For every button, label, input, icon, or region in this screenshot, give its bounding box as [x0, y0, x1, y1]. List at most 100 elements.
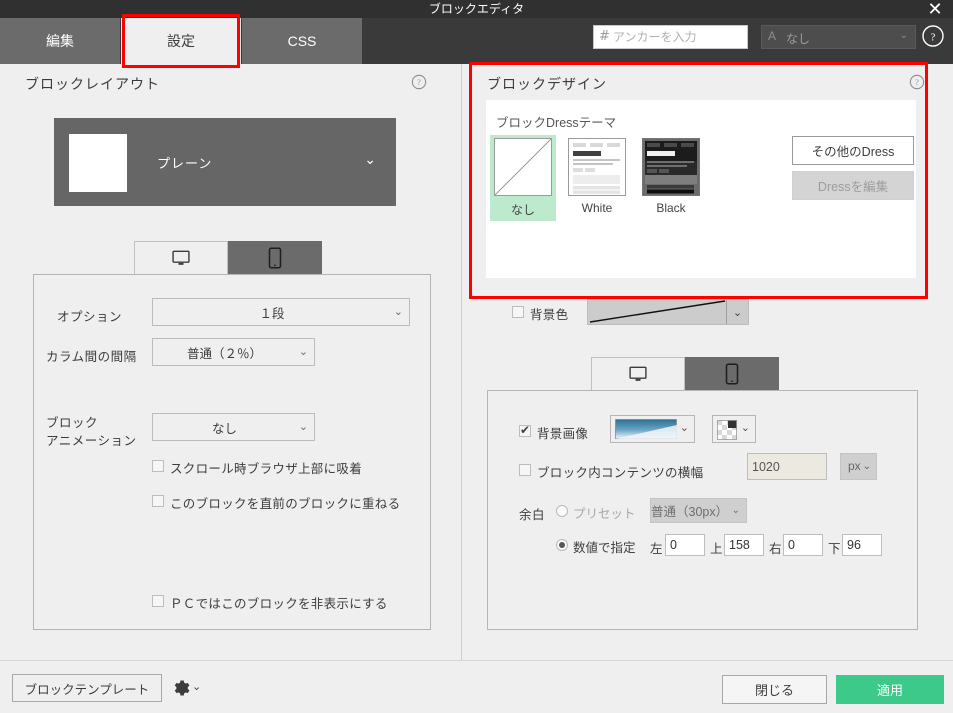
hash-icon: # [599, 29, 610, 44]
block-design-title: ブロックデザイン [487, 76, 607, 92]
layout-preview-selector[interactable]: プレーン ⌄ [54, 118, 396, 206]
radio-dot [559, 542, 565, 548]
chevron-down-icon: ⌄ [298, 421, 308, 433]
dress-theme-card: ブロックDressテーマ なし White Black その他のDress Dr… [486, 100, 916, 278]
chevron-down-icon: ⌄ [740, 422, 750, 434]
margin-left-input[interactable] [665, 534, 705, 556]
mobile-icon [725, 363, 739, 385]
mobile-icon [268, 247, 282, 269]
content-width-input[interactable] [747, 453, 827, 480]
checkbox-label: ブロック内コンテンツの横幅 [537, 466, 704, 480]
animation-select-value: なし [211, 421, 237, 436]
checkbox-box [152, 595, 164, 607]
chevron-down-icon: ⌄ [298, 346, 308, 358]
chevron-down-icon: ⌄ [899, 30, 908, 41]
column-gap-label: カラム間の間隔 [46, 350, 137, 364]
other-dress-button[interactable]: その他のDress [792, 136, 914, 165]
background-color-swatch[interactable]: ⌄ [587, 299, 749, 325]
window-titlebar: ブロックエディタ ✕ [0, 0, 953, 20]
chevron-down-icon: ⌄ [364, 151, 376, 167]
desktop-icon [629, 366, 647, 381]
checkbox-label: 背景画像 [537, 427, 589, 441]
gear-icon[interactable]: ⌄ [170, 676, 206, 700]
margin-left-label: 左 [650, 542, 664, 556]
checkbox-label: スクロール時ブラウザ上部に吸着 [170, 462, 363, 476]
column-gap-select[interactable]: 普通（２％） ⌄ [152, 338, 315, 366]
dress-thumbnail-white [568, 138, 626, 196]
desktop-icon [172, 250, 190, 265]
checkbox-label: ＰＣではこのブロックを非表示にする [170, 597, 388, 611]
device-tab-desktop[interactable] [134, 241, 228, 275]
dress-thumbnail-black [642, 138, 700, 196]
margin-preset-value: 普通（30px） [651, 505, 729, 519]
edit-dress-button: Dressを編集 [792, 171, 914, 200]
checkbox-box [512, 306, 524, 318]
margin-right-label: 右 [769, 542, 783, 556]
anchor-input-wrapper: # [593, 25, 748, 49]
svg-text:?: ? [417, 78, 421, 87]
background-image-select[interactable]: ⌄ [610, 415, 695, 443]
checkbox-box [519, 464, 531, 476]
radio-box [556, 505, 568, 517]
animation-label-line1: ブロック [46, 416, 99, 430]
checkbox-label: このブロックを直前のブロックに重ねる [170, 497, 401, 511]
checkbox-box [152, 460, 164, 472]
tab-settings[interactable]: 設定 [121, 18, 241, 64]
font-icon: A [768, 29, 777, 43]
left-settings-panel [33, 274, 431, 630]
content-width-unit-select[interactable]: px ⌄ [840, 453, 877, 480]
chevron-down-icon: ⌄ [679, 422, 689, 434]
dress-item-label: Black [656, 201, 686, 215]
help-circle-icon[interactable]: ? [909, 74, 925, 90]
margin-bottom-label: 下 [828, 542, 842, 556]
animation-select[interactable]: なし ⌄ [152, 413, 315, 441]
check-icon: ✔ [520, 423, 531, 437]
checkbox-label: 背景色 [530, 308, 569, 322]
window-title: ブロックエディタ [428, 2, 525, 16]
tab-css[interactable]: CSS [242, 18, 362, 64]
margin-right-input[interactable] [783, 534, 823, 556]
margin-label: 余白 [519, 508, 546, 522]
dress-item-label: White [581, 201, 613, 215]
chevron-down-icon: ⌄ [726, 300, 748, 324]
option-select[interactable]: １段 ⌄ [152, 298, 410, 326]
margin-bottom-input[interactable] [842, 534, 882, 556]
svg-text:?: ? [915, 78, 919, 87]
chevron-down-icon: ⌄ [192, 681, 202, 693]
margin-top-label: 上 [710, 542, 724, 556]
help-circle-icon[interactable]: ? [411, 74, 427, 90]
margin-top-input[interactable] [724, 534, 764, 556]
chevron-down-icon: ⌄ [731, 504, 740, 516]
layout-thumbnail [69, 134, 127, 192]
animation-label-line2: アニメーション [46, 434, 137, 448]
dress-item-label: なし [510, 203, 535, 217]
unit-label: px [848, 458, 861, 473]
device-tab-mobile[interactable] [685, 357, 779, 391]
tab-edit[interactable]: 編集 [0, 18, 120, 64]
margin-preset-select: 普通（30px） ⌄ [650, 498, 747, 523]
dress-item-none[interactable]: なし [490, 135, 556, 221]
option-select-value: １段 [259, 306, 285, 321]
column-divider [461, 64, 462, 660]
dress-theme-title: ブロックDressテーマ [496, 116, 617, 130]
background-overlay-select[interactable]: ⌄ [712, 415, 756, 443]
layout-preview-label: プレーン [157, 156, 213, 171]
font-select[interactable]: A なし ⌄ [761, 25, 916, 49]
left-device-tabs [134, 241, 330, 275]
block-template-button[interactable]: ブロックテンプレート [12, 674, 162, 702]
radio-label: プリセット [573, 507, 636, 521]
device-tab-desktop[interactable] [591, 357, 685, 391]
anchor-input[interactable] [613, 26, 747, 48]
apply-button[interactable]: 適用 [836, 675, 944, 704]
device-tab-mobile[interactable] [228, 241, 322, 275]
font-select-value: なし [786, 32, 811, 46]
option-label: オプション [57, 310, 123, 324]
chevron-down-icon: ⌄ [393, 306, 403, 318]
help-circle-icon[interactable]: ? [921, 24, 945, 48]
dress-thumbnail-none [494, 138, 552, 196]
checkbox-box [152, 495, 164, 507]
right-device-tabs [591, 357, 787, 391]
close-button[interactable]: 閉じる [722, 675, 827, 704]
svg-text:?: ? [931, 32, 936, 44]
chevron-down-icon: ⌄ [862, 460, 871, 472]
